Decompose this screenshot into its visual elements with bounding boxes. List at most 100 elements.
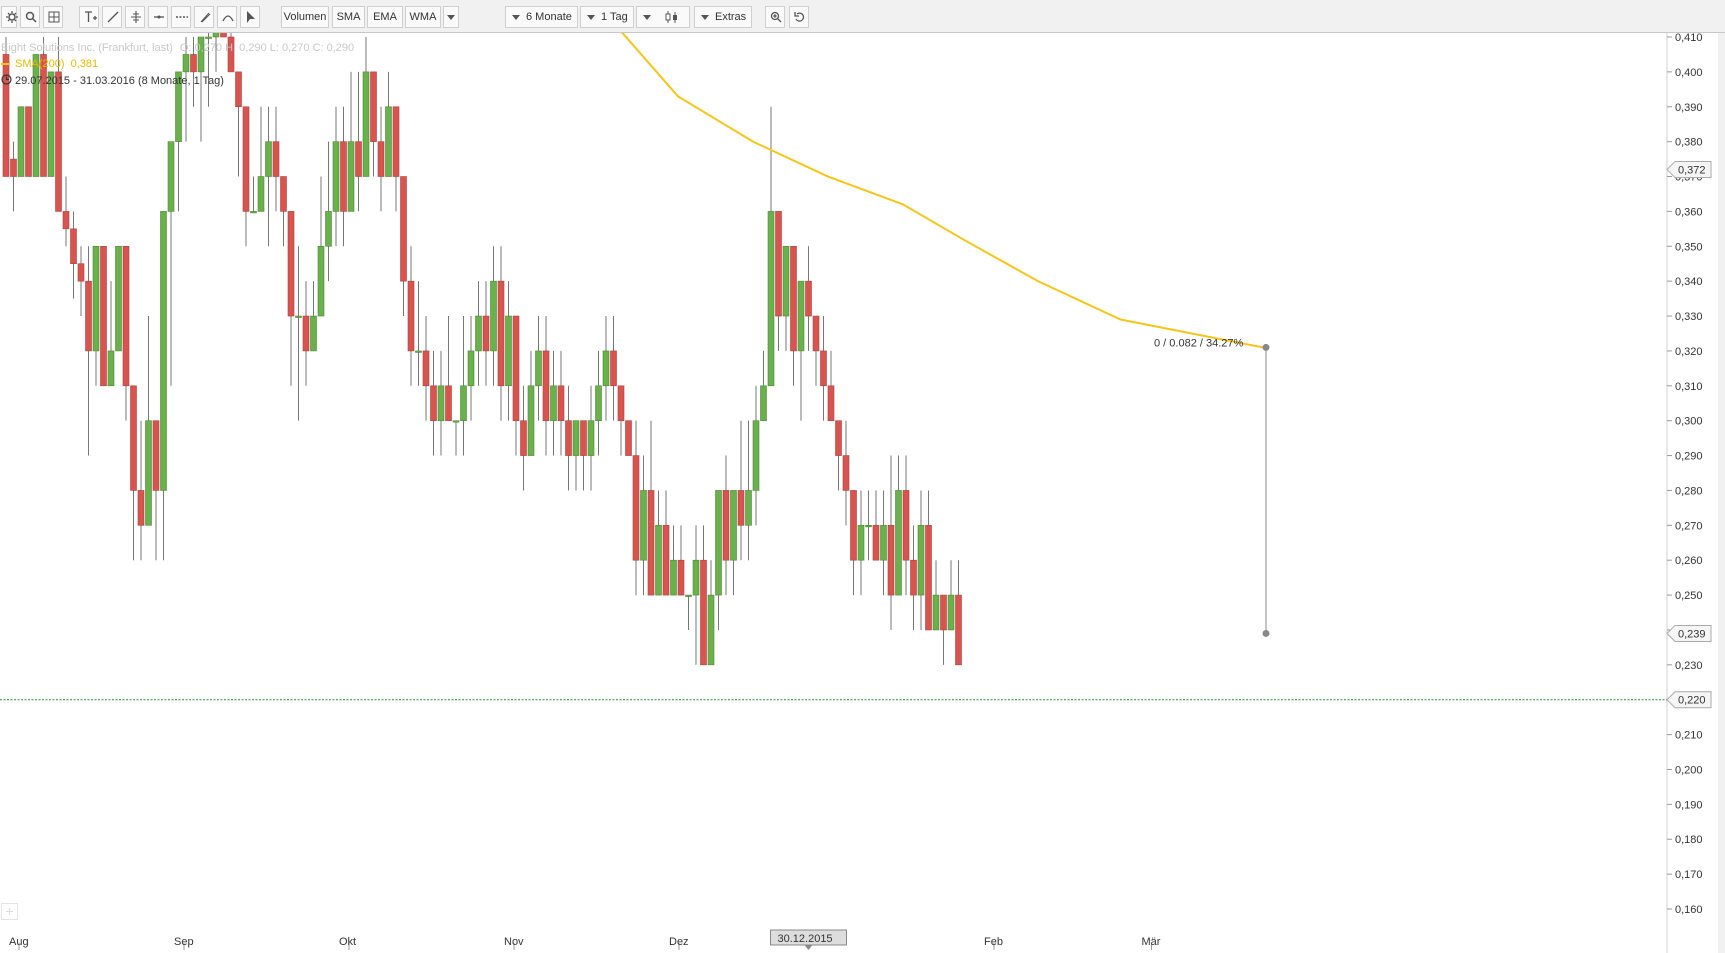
candle-up[interactable] xyxy=(595,385,602,421)
line-tool-button[interactable] xyxy=(102,6,122,28)
candle-up[interactable] xyxy=(160,211,167,491)
candle-up[interactable] xyxy=(685,594,692,597)
crosshair-button[interactable] xyxy=(125,6,145,28)
candle-down[interactable] xyxy=(130,385,137,491)
candle-up[interactable] xyxy=(670,559,677,596)
range-select[interactable]: 6 Monate xyxy=(505,6,578,28)
cursor-button[interactable] xyxy=(240,6,260,28)
candle-down[interactable] xyxy=(520,420,527,456)
candle-down[interactable] xyxy=(557,385,565,421)
horizontal-line-button[interactable] xyxy=(148,6,168,28)
grid-button[interactable] xyxy=(43,6,63,28)
candle-down[interactable] xyxy=(580,420,587,456)
wma-button[interactable]: WMA xyxy=(405,6,441,28)
pencil-button[interactable] xyxy=(194,6,214,28)
candle-down[interactable] xyxy=(55,71,62,212)
candle-down[interactable] xyxy=(377,141,385,177)
extras-menu[interactable]: Extras xyxy=(694,6,752,28)
candle-up[interactable] xyxy=(475,315,482,352)
candle-up[interactable] xyxy=(265,141,272,177)
sma-button[interactable]: SMA xyxy=(332,6,365,28)
candle-up[interactable] xyxy=(745,490,752,526)
candle-down[interactable] xyxy=(482,315,490,352)
measure-handle-end[interactable] xyxy=(1262,343,1270,351)
candle-up[interactable] xyxy=(505,315,512,387)
candle-down[interactable] xyxy=(430,385,437,421)
candle-down[interactable] xyxy=(190,54,197,73)
candle-up[interactable] xyxy=(760,385,767,421)
candle-up[interactable] xyxy=(347,141,355,212)
candle-down[interactable] xyxy=(445,385,452,421)
candle-up[interactable] xyxy=(317,245,325,317)
candle-up[interactable] xyxy=(460,385,467,421)
candle-down[interactable] xyxy=(790,245,797,352)
sma-line[interactable] xyxy=(596,33,1264,349)
candle-up[interactable] xyxy=(310,315,317,352)
candle-up[interactable] xyxy=(730,490,737,561)
candle-up[interactable] xyxy=(490,280,497,352)
candle-up[interactable] xyxy=(692,559,700,596)
candle-down[interactable] xyxy=(835,420,842,456)
text-tool-button[interactable] xyxy=(79,6,99,28)
candle-down[interactable] xyxy=(70,228,77,265)
interval-select[interactable]: 1 Tag xyxy=(580,6,634,28)
candle-up[interactable] xyxy=(707,594,715,666)
candle-down[interactable] xyxy=(925,525,932,631)
candle-down[interactable] xyxy=(842,455,850,491)
candle-up[interactable] xyxy=(655,525,662,596)
candle-up[interactable] xyxy=(767,211,775,387)
dotted-line-button[interactable] xyxy=(171,6,191,28)
candle-down[interactable] xyxy=(85,280,92,352)
candle-up[interactable] xyxy=(167,141,175,212)
candle-down[interactable] xyxy=(10,158,17,177)
candle-down[interactable] xyxy=(887,525,895,596)
candle-up[interactable] xyxy=(92,245,100,352)
candle-down[interactable] xyxy=(392,106,400,177)
candle-down[interactable] xyxy=(940,594,947,631)
measure-handle-start[interactable] xyxy=(1262,629,1270,637)
candle-up[interactable] xyxy=(437,385,445,421)
candle-down[interactable] xyxy=(137,490,145,526)
candle-up[interactable] xyxy=(257,176,265,212)
candle-down[interactable] xyxy=(220,33,227,38)
candle-up[interactable] xyxy=(325,211,332,247)
candle-up[interactable] xyxy=(32,54,40,177)
candle-up[interactable] xyxy=(250,211,257,214)
candle-down[interactable] xyxy=(422,350,430,387)
sma-legend[interactable]: SMA(200) 0,381 xyxy=(1,58,98,70)
candle-up[interactable] xyxy=(467,350,475,387)
candle-down[interactable] xyxy=(512,315,520,421)
candle-up[interactable] xyxy=(115,245,122,352)
candle-up[interactable] xyxy=(527,385,535,456)
candle-down[interactable] xyxy=(910,559,917,596)
candle-down[interactable] xyxy=(700,559,707,666)
candle-down[interactable] xyxy=(617,385,625,421)
candle-down[interactable] xyxy=(955,594,962,666)
candle-up[interactable] xyxy=(880,525,887,561)
candle-down[interactable] xyxy=(722,490,730,561)
candle-up[interactable] xyxy=(17,106,25,177)
candle-down[interactable] xyxy=(287,211,295,317)
candle-up[interactable] xyxy=(797,280,805,352)
ema-button[interactable]: EMA xyxy=(367,6,403,28)
candle-up[interactable] xyxy=(362,71,370,177)
candle-down[interactable] xyxy=(565,420,572,456)
candle-down[interactable] xyxy=(370,71,377,142)
candle-down[interactable] xyxy=(775,211,782,317)
candle-up[interactable] xyxy=(385,106,392,177)
candle-up[interactable] xyxy=(947,594,955,631)
candle-down[interactable] xyxy=(677,559,685,596)
add-panel-button[interactable]: + xyxy=(1,903,18,920)
candle-up[interactable] xyxy=(535,350,542,387)
candle-up[interactable] xyxy=(895,490,902,596)
candle-down[interactable] xyxy=(662,525,670,596)
candle-up[interactable] xyxy=(332,141,340,212)
candle-down[interactable] xyxy=(647,490,655,596)
candle-up[interactable] xyxy=(865,525,872,528)
candle-down[interactable] xyxy=(2,54,10,177)
candle-up[interactable] xyxy=(572,420,580,456)
settings-button[interactable] xyxy=(1,6,18,28)
candle-down[interactable] xyxy=(827,385,835,421)
candle-up[interactable] xyxy=(415,350,422,353)
candle-down[interactable] xyxy=(242,106,250,212)
